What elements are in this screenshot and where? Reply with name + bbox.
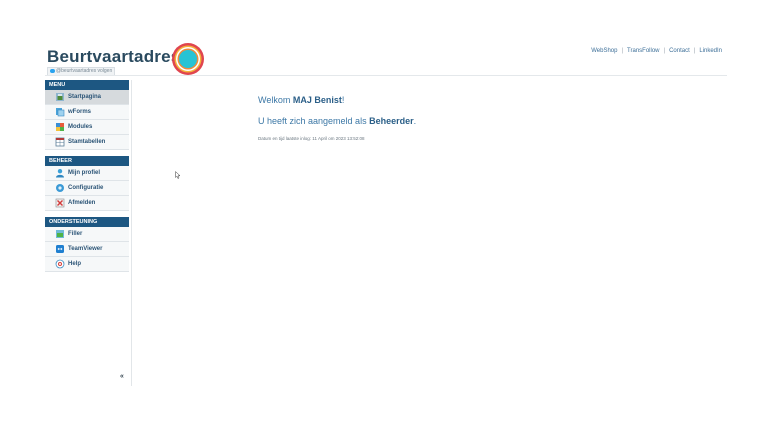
filler-icon: [56, 230, 64, 238]
link-linkedin[interactable]: LinkedIn: [699, 48, 722, 54]
sidebar-item-label: TeamViewer: [68, 245, 103, 252]
collapse-sidebar-button[interactable]: «: [120, 373, 124, 380]
sidebar-item-modules[interactable]: Modules: [45, 120, 129, 135]
top-links: WebShop | TransFollow | Contact | LinkedIn: [591, 48, 722, 54]
sidebar-item-label: Afmelden: [68, 199, 96, 206]
main-content: Welkom MAJ Benist! U heeft zich aangemel…: [258, 95, 416, 141]
sidebar-item-label: Startpagina: [68, 93, 102, 100]
sidebar-item-help[interactable]: Help: [45, 257, 129, 272]
sidebar-divider[interactable]: [131, 80, 132, 386]
sidebar-item-label: Configuratie: [68, 184, 104, 191]
sidebar-item-label: Filler: [68, 230, 83, 237]
help-icon: [55, 259, 65, 269]
role-name: Beheerder: [369, 116, 414, 126]
link-webshop[interactable]: WebShop: [591, 48, 617, 54]
logo-target-icon: [172, 43, 204, 75]
role-suffix: .: [413, 116, 417, 126]
twitter-icon: [50, 68, 55, 73]
logo-text[interactable]: Beurtvaartadres: [47, 47, 180, 67]
last-login-text: Datum en tijd laatste inlog: 11 April om…: [258, 136, 365, 141]
link-separator: |: [693, 48, 696, 54]
role-prefix: U heeft zich aangemeld als: [258, 116, 370, 126]
sidebar-item-teamviewer[interactable]: TeamViewer: [45, 242, 129, 257]
welcome-suffix: !: [341, 95, 345, 105]
link-transfollow[interactable]: TransFollow: [627, 48, 659, 54]
home-icon: [56, 93, 64, 101]
section-header-beheer: BEHEER: [45, 156, 129, 166]
logout-icon: [55, 198, 65, 208]
link-separator: |: [663, 48, 666, 54]
header: Beurtvaartadres @beurtvaartadres volgen …: [0, 0, 768, 78]
welcome-message: Welkom MAJ Benist!: [258, 95, 416, 105]
sidebar-item-afmelden[interactable]: Afmelden: [45, 196, 129, 211]
mouse-cursor-icon: [175, 171, 181, 179]
link-separator: |: [621, 48, 624, 54]
link-contact[interactable]: Contact: [669, 48, 690, 54]
sidebar-item-label: Modules: [68, 123, 93, 130]
sidebar-item-label: Help: [68, 260, 82, 267]
sidebar-item-mijn-profiel[interactable]: Mijn profiel: [45, 166, 129, 181]
sidebar-item-startpagina[interactable]: Startpagina: [45, 90, 129, 105]
section-header-ondersteuning: ONDERSTEUNING: [45, 217, 129, 227]
sidebar-item-label: Mijn profiel: [68, 169, 100, 176]
sidebar-item-wforms[interactable]: wForms: [45, 105, 129, 120]
sidebar-item-stamtabellen[interactable]: Stamtabellen: [45, 135, 129, 150]
header-divider: [45, 75, 727, 76]
sidebar-item-label: Stamtabellen: [68, 138, 106, 145]
welcome-prefix: Welkom: [258, 95, 293, 105]
sidebar-item-label: wForms: [68, 108, 92, 115]
gear-icon: [56, 184, 64, 192]
user-icon: [56, 169, 64, 178]
teamviewer-icon: [56, 245, 64, 253]
section-header-menu: MENU: [45, 80, 129, 90]
role-message: U heeft zich aangemeld als Beheerder.: [258, 116, 416, 126]
twitter-follow-label: @beurtvaartadres volgen: [56, 68, 113, 74]
forms-icon: [56, 108, 65, 117]
user-name: MAJ Benist: [292, 95, 342, 105]
table-icon: [55, 137, 65, 147]
sidebar-item-filler[interactable]: Filler: [45, 227, 129, 242]
modules-icon: [56, 123, 64, 131]
sidebar: MENU Startpagina wForms Modules Stamtabe…: [45, 80, 129, 386]
sidebar-item-configuratie[interactable]: Configuratie: [45, 181, 129, 196]
